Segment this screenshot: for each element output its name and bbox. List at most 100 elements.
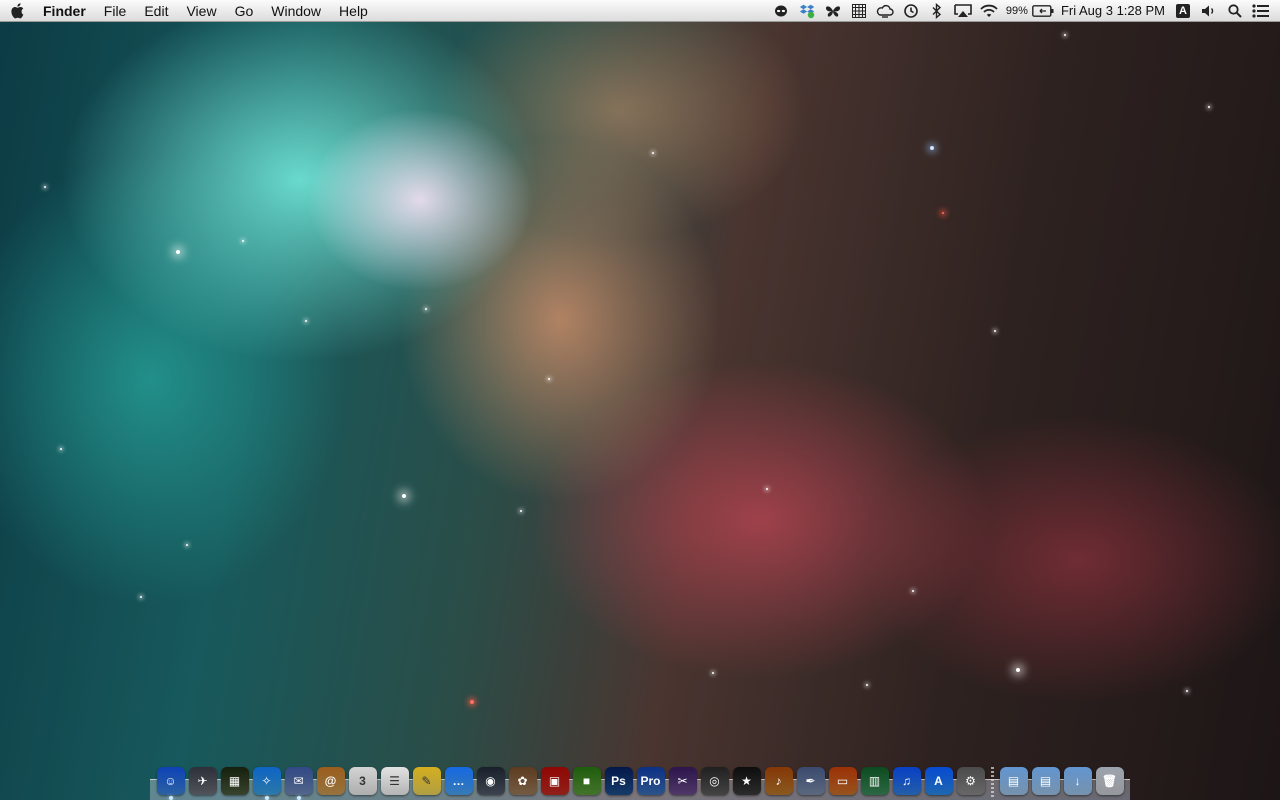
- star: [402, 494, 406, 498]
- dock-separator[interactable]: [990, 767, 994, 797]
- menu-bar: Finder File Edit View Go Window Help 99%…: [0, 0, 1280, 22]
- notification-center-icon[interactable]: [1250, 0, 1272, 22]
- wifi-icon[interactable]: [978, 0, 1000, 22]
- calendar-icon[interactable]: 3: [348, 767, 377, 795]
- star: [60, 448, 62, 450]
- notes-icon[interactable]: ✎: [412, 767, 441, 795]
- imovie-icon[interactable]: ★: [732, 767, 761, 795]
- keynote-icon[interactable]: ▭: [828, 767, 857, 795]
- star: [942, 212, 944, 214]
- menu-edit[interactable]: Edit: [135, 0, 177, 22]
- pro-app-glyph: Pro: [640, 774, 661, 788]
- image-capture-icon[interactable]: ◎: [700, 767, 729, 795]
- downloads-folder-icon[interactable]: ↓: [1063, 767, 1092, 795]
- butterfly-icon[interactable]: [822, 0, 844, 22]
- final-cut-glyph: ✂: [677, 774, 688, 788]
- star: [994, 330, 996, 332]
- documents-folder-icon[interactable]: ▤: [1031, 767, 1060, 795]
- keynote-glyph: ▭: [836, 774, 849, 788]
- cloud-icon[interactable]: [874, 0, 896, 22]
- grid-icon[interactable]: [848, 0, 870, 22]
- clock[interactable]: Fri Aug 3 1:28 PM: [1056, 3, 1170, 18]
- star: [176, 250, 180, 254]
- star: [44, 186, 46, 188]
- finder-glyph: ☺: [164, 774, 177, 788]
- star: [425, 308, 427, 310]
- photo-stack-icon[interactable]: ▣: [540, 767, 569, 795]
- numbers-glyph: ▥: [868, 774, 881, 788]
- trash-icon[interactable]: 🗑: [1095, 767, 1124, 795]
- launchpad-glyph: ✈: [197, 774, 208, 788]
- running-indicator: [296, 796, 301, 800]
- apple-menu-icon[interactable]: [0, 0, 34, 22]
- desktop-wallpaper: Finder File Edit View Go Window Help 99%…: [0, 0, 1280, 800]
- input-source-icon[interactable]: A: [1172, 0, 1194, 22]
- star: [470, 700, 474, 704]
- itunes-glyph: ♫: [902, 774, 911, 788]
- star: [140, 596, 142, 598]
- mail-glyph: ✉: [293, 774, 304, 788]
- app-store-icon[interactable]: A: [924, 767, 953, 795]
- mission-control-icon[interactable]: ▦: [220, 767, 249, 795]
- facetime-icon[interactable]: ◉: [476, 767, 505, 795]
- safari-icon[interactable]: ✧: [252, 767, 281, 800]
- calendar-glyph: 3: [359, 774, 366, 788]
- photo-booth-icon[interactable]: ✿: [508, 767, 537, 795]
- menu-file[interactable]: File: [95, 0, 136, 22]
- messages-icon[interactable]: …: [444, 767, 473, 795]
- contacts-glyph: @: [324, 774, 337, 788]
- menu-go[interactable]: Go: [226, 0, 263, 22]
- script-editor-glyph: ✒: [805, 774, 816, 788]
- launchpad-icon[interactable]: ✈: [188, 767, 217, 795]
- applications-folder-icon[interactable]: ▤: [999, 767, 1028, 795]
- garageband-icon[interactable]: ♪: [764, 767, 793, 795]
- dock: ☺ ✈ ▦ ✧ ✉ @3 ☰ ✎ … ◉ ✿ ▣ ■ Ps Pro ✂ ◎ ★ ♪ ✒ ▭ ▥ ♫ A ⚙ ▤ ▤ ↓ 🗑: [150, 764, 1130, 800]
- star: [1016, 668, 1020, 672]
- final-cut-icon[interactable]: ✂: [668, 767, 697, 795]
- image-capture-glyph: ◎: [709, 774, 720, 788]
- menu-help[interactable]: Help: [330, 0, 377, 22]
- app-store-glyph: A: [934, 774, 943, 788]
- star: [520, 510, 522, 512]
- reminders-icon[interactable]: ☰: [380, 767, 409, 795]
- facetime-glyph: ◉: [485, 774, 496, 788]
- mail-icon[interactable]: ✉: [284, 767, 313, 800]
- star: [930, 146, 934, 150]
- star: [1186, 690, 1188, 692]
- contacts-icon[interactable]: @: [316, 767, 345, 795]
- finder-icon[interactable]: ☺: [156, 767, 185, 800]
- airplay-icon[interactable]: [952, 0, 974, 22]
- star: [652, 152, 654, 154]
- itunes-icon[interactable]: ♫: [892, 767, 921, 795]
- system-preferences-icon[interactable]: ⚙: [956, 767, 985, 795]
- star: [766, 488, 768, 490]
- star: [242, 240, 244, 242]
- battery-percentage: 99%: [1005, 4, 1028, 17]
- dropbox-icon[interactable]: [796, 0, 818, 22]
- documents-folder-glyph: ▤: [1039, 774, 1052, 788]
- trash-glyph: 🗑: [1101, 774, 1118, 788]
- notes-glyph: ✎: [421, 774, 432, 788]
- menu-view[interactable]: View: [177, 0, 225, 22]
- alien-icon[interactable]: [770, 0, 792, 22]
- running-indicator: [168, 796, 173, 800]
- battery-icon[interactable]: [1032, 0, 1054, 22]
- menu-bar-extras: 99% Fri Aug 3 1:28 PM A: [768, 0, 1280, 22]
- star: [548, 378, 550, 380]
- star: [712, 672, 714, 674]
- menu-app-finder[interactable]: Finder: [34, 0, 95, 22]
- minecraft-icon[interactable]: ■: [572, 767, 601, 795]
- pro-app-icon[interactable]: Pro: [636, 767, 665, 795]
- volume-icon[interactable]: [1198, 0, 1220, 22]
- menu-window[interactable]: Window: [262, 0, 330, 22]
- time-machine-icon[interactable]: [900, 0, 922, 22]
- running-indicator: [264, 796, 269, 800]
- photoshop-icon[interactable]: Ps: [604, 767, 633, 795]
- input-source-label: A: [1176, 3, 1190, 18]
- script-editor-icon[interactable]: ✒: [796, 767, 825, 795]
- photo-stack-glyph: ▣: [548, 774, 561, 788]
- spotlight-icon[interactable]: [1224, 0, 1246, 22]
- bluetooth-icon[interactable]: [926, 0, 948, 22]
- numbers-icon[interactable]: ▥: [860, 767, 889, 795]
- star: [1064, 34, 1066, 36]
